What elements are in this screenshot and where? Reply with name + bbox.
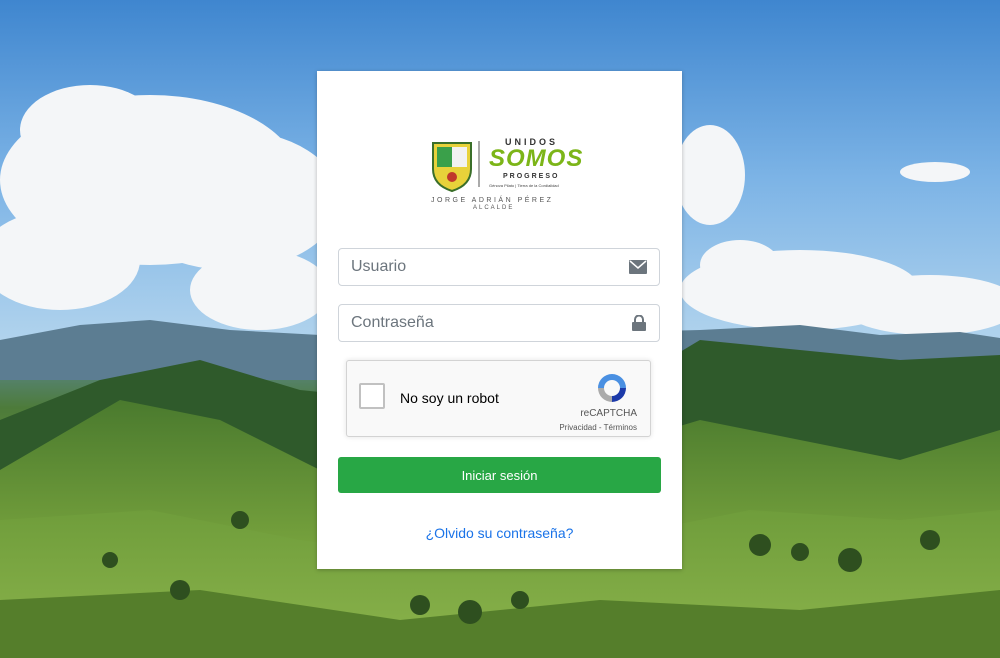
recaptcha-links[interactable]: Privacidad - Términos bbox=[559, 423, 637, 432]
recaptcha-widget: No soy un robot reCAPTCHA Privacidad - T… bbox=[346, 360, 651, 437]
username-field-wrapper bbox=[338, 248, 660, 286]
lock-icon bbox=[632, 315, 646, 331]
logo-tagline: Génova Pilato | Tierra de la Cordialidad bbox=[489, 183, 559, 188]
logo-line2: SOMOS bbox=[489, 145, 584, 172]
logo-role: ALCALDE bbox=[473, 205, 515, 211]
forgot-password-link[interactable]: ¿Olvido su contraseña? bbox=[317, 525, 682, 541]
password-input[interactable] bbox=[339, 305, 621, 341]
recaptcha-logo-icon bbox=[598, 374, 626, 402]
username-input[interactable] bbox=[339, 249, 621, 285]
recaptcha-brand: reCAPTCHA bbox=[580, 408, 637, 419]
logo-line3: PROGRESO bbox=[503, 173, 560, 180]
recaptcha-label: No soy un robot bbox=[400, 390, 499, 406]
municipal-logo: UNIDOS SOMOS PROGRESO Génova Pilato | Ti… bbox=[427, 137, 582, 213]
login-card: UNIDOS SOMOS PROGRESO Génova Pilato | Ti… bbox=[317, 71, 682, 569]
logo-name: JORGE ADRIÁN PÉREZ bbox=[431, 197, 554, 204]
recaptcha-checkbox[interactable] bbox=[359, 383, 385, 409]
password-field-wrapper bbox=[338, 304, 660, 342]
login-button[interactable]: Iniciar sesión bbox=[338, 457, 661, 493]
envelope-icon bbox=[629, 260, 647, 274]
